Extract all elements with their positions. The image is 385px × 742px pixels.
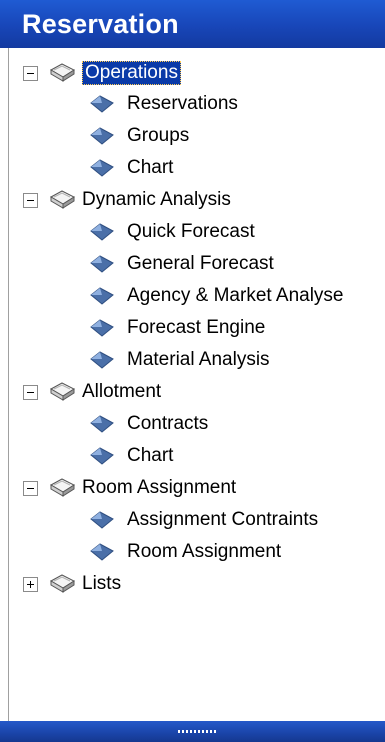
- tree-group-operations[interactable]: Operations: [23, 57, 181, 89]
- grip-handle-icon[interactable]: [178, 730, 216, 733]
- tree-item-allotment-chart[interactable]: Chart: [89, 440, 173, 472]
- folder-book-icon: [49, 478, 76, 497]
- folder-book-icon: [49, 190, 76, 209]
- tree-item-label: Contracts: [127, 413, 209, 434]
- diamond-node-icon: [90, 287, 114, 305]
- reservation-panel: Reservation Operations Reservations Grou…: [0, 0, 385, 742]
- tree-group-dynamic-analysis[interactable]: Dynamic Analysis: [23, 184, 231, 216]
- collapse-toggle-icon[interactable]: [23, 192, 38, 208]
- diamond-node-icon: [90, 543, 114, 561]
- tree-group-label: Lists: [82, 573, 122, 594]
- diamond-node-icon: [90, 511, 114, 529]
- tree-group-allotment[interactable]: Allotment: [23, 376, 161, 408]
- navigation-tree: Operations Reservations Groups Chart Dyn…: [8, 48, 385, 721]
- tree-item-material-analysis[interactable]: Material Analysis: [89, 344, 270, 376]
- tree-item-quick-forecast[interactable]: Quick Forecast: [89, 216, 255, 248]
- tree-item-forecast-engine[interactable]: Forecast Engine: [89, 312, 265, 344]
- tree-item-label: Material Analysis: [127, 349, 270, 370]
- diamond-node-icon: [90, 447, 114, 465]
- diamond-node-icon: [90, 223, 114, 241]
- diamond-node-icon: [90, 351, 114, 369]
- diamond-node-icon: [90, 127, 114, 145]
- tree-item-label: Quick Forecast: [127, 221, 255, 242]
- tree-item-contracts[interactable]: Contracts: [89, 408, 208, 440]
- tree-item-label: Assignment Contraints: [127, 509, 319, 530]
- tree-group-label: Dynamic Analysis: [82, 189, 231, 210]
- tree-item-chart[interactable]: Chart: [89, 152, 173, 184]
- tree-item-label: Reservations: [127, 93, 238, 114]
- tree-item-agency-market-analyse[interactable]: Agency & Market Analyse: [89, 280, 344, 312]
- tree-item-label: Forecast Engine: [127, 317, 266, 338]
- collapse-toggle-icon[interactable]: [23, 384, 38, 400]
- tree-group-room-assignment[interactable]: Room Assignment: [23, 472, 236, 504]
- diamond-node-icon: [90, 159, 114, 177]
- folder-book-icon: [49, 382, 76, 401]
- folder-book-icon: [49, 574, 76, 593]
- collapse-toggle-icon[interactable]: [23, 65, 38, 81]
- tree-item-label: Room Assignment: [127, 541, 282, 562]
- tree-item-label: Chart: [127, 445, 174, 466]
- diamond-node-icon: [90, 95, 114, 113]
- tree-item-label: Agency & Market Analyse: [127, 285, 344, 306]
- tree-group-label: Room Assignment: [82, 477, 237, 498]
- resize-bar[interactable]: [0, 721, 385, 742]
- tree-group-lists[interactable]: Lists: [23, 568, 121, 600]
- tree-item-label: General Forecast: [127, 253, 274, 274]
- diamond-node-icon: [90, 255, 114, 273]
- tree-item-label: Chart: [127, 157, 174, 178]
- collapse-toggle-icon[interactable]: [23, 480, 38, 496]
- tree-group-label: Operations: [82, 61, 181, 85]
- tree-item-groups[interactable]: Groups: [89, 120, 189, 152]
- tree-item-label: Groups: [127, 125, 190, 146]
- expand-toggle-icon[interactable]: [23, 576, 38, 592]
- tree-item-reservations[interactable]: Reservations: [89, 88, 238, 120]
- folder-book-icon: [49, 63, 76, 82]
- tree-group-label: Allotment: [82, 381, 162, 402]
- diamond-node-icon: [90, 319, 114, 337]
- tree-item-general-forecast[interactable]: General Forecast: [89, 248, 274, 280]
- panel-title: Reservation: [0, 0, 385, 48]
- diamond-node-icon: [90, 415, 114, 433]
- tree-item-assignment-contraints[interactable]: Assignment Contraints: [89, 504, 318, 536]
- tree-item-room-assignment[interactable]: Room Assignment: [89, 536, 281, 568]
